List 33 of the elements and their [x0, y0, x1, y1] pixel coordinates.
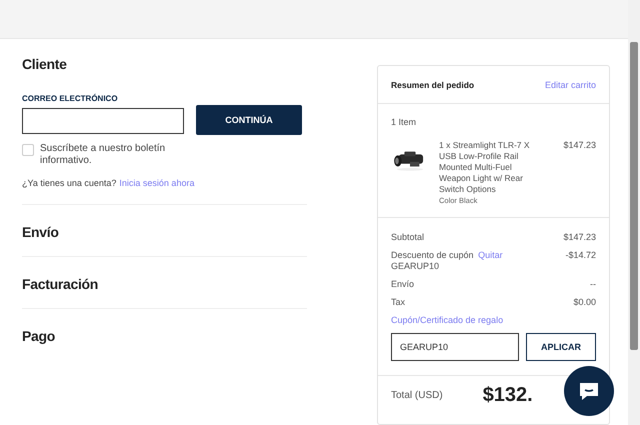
section-title: Envío: [22, 224, 60, 240]
summary-label: Tax: [391, 297, 406, 307]
section-title: Facturación: [22, 276, 100, 292]
summary-title: Resumen del pedido: [391, 80, 474, 90]
newsletter-checkbox[interactable]: [22, 144, 34, 156]
account-prompt: ¿Ya tienes una cuenta?: [22, 178, 116, 188]
scrollbar[interactable]: [628, 0, 640, 425]
continue-button[interactable]: CONTINÚA: [196, 105, 302, 135]
summary-label: Subtotal: [391, 232, 424, 242]
section-title: Cliente: [22, 56, 68, 72]
item-name: 1 x Streamlight TLR-7 X USB Low-Profile Rail Mounted Multi-Fuel Weapon Light w/ Rear Switch Options: [439, 140, 531, 195]
summary-value: $0.00: [573, 297, 596, 308]
summary-label: Envío: [391, 279, 414, 289]
summary-label: Descuento de cupón: [391, 250, 474, 260]
summary-value: --: [590, 279, 596, 290]
apply-button[interactable]: APLICAR: [526, 333, 596, 361]
item-count: 1 Item: [391, 117, 418, 127]
summary-value: -$14.72: [565, 250, 596, 262]
email-field[interactable]: [22, 108, 184, 134]
total-amount: $132.: [482, 384, 533, 407]
summary-value: $147.23: [563, 232, 596, 243]
total-label: Total (USD): [391, 390, 443, 401]
chat-button[interactable]: [564, 366, 614, 416]
newsletter-label: Suscríbete a nuestro boletín informativo.: [40, 143, 166, 167]
item-price: $147.23: [563, 140, 596, 152]
section-title: Pago: [22, 328, 56, 344]
coupon-code: GEARUP10: [391, 261, 440, 272]
email-label: CORREO ELECTRÓNICO: [22, 94, 119, 103]
sign-in-link[interactable]: Inicia sesión ahora: [119, 178, 194, 188]
coupon-field[interactable]: GEARUP10: [391, 333, 519, 361]
coupon-link[interactable]: Cupón/Certificado de regalo: [391, 315, 596, 325]
edit-cart-link[interactable]: Editar carrito: [544, 80, 596, 90]
remove-link[interactable]: Quitar: [478, 250, 503, 260]
